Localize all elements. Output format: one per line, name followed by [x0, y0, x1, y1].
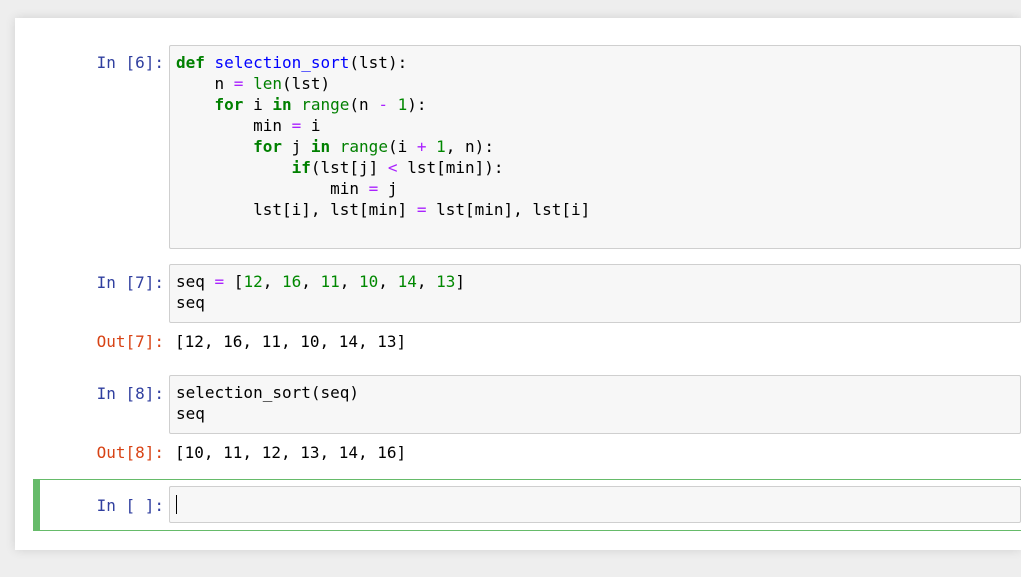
code-line: n = len(lst)	[214, 74, 331, 93]
code-cell-7[interactable]: In [7]: seq = [12, 16, 11, 10, 14, 13] s…	[33, 264, 1021, 364]
code-editor[interactable]: selection_sort(seq) seq	[169, 375, 1021, 434]
code-cell-6[interactable]: In [6]: def selection_sort(lst): n = len…	[33, 45, 1021, 249]
code-line: seq	[176, 404, 205, 423]
cell-output: [12, 16, 11, 10, 14, 13]	[175, 332, 407, 351]
code-line: lst[i], lst[min] = lst[min], lst[i]	[253, 200, 591, 219]
code-cell-empty[interactable]: In [ ]:	[33, 479, 1021, 531]
text-cursor	[176, 495, 177, 514]
cell-output: [10, 11, 12, 13, 14, 16]	[175, 443, 407, 462]
code-line: def selection_sort(lst):	[176, 53, 408, 72]
code-line: if(lst[j] < lst[min]):	[291, 158, 504, 177]
code-line: seq = [12, 16, 11, 10, 14, 13]	[176, 272, 465, 291]
code-line: selection_sort(seq)	[176, 383, 360, 402]
input-prompt: In [6]:	[96, 53, 164, 72]
code-editor[interactable]: def selection_sort(lst): n = len(lst) fo…	[169, 45, 1021, 249]
code-line: min = i	[253, 116, 321, 135]
input-prompt: In [ ]:	[96, 496, 164, 515]
notebook-container: In [6]: def selection_sort(lst): n = len…	[15, 18, 1021, 550]
code-line	[176, 493, 1020, 514]
input-prompt: In [7]:	[96, 273, 164, 292]
code-editor-active[interactable]	[169, 486, 1021, 523]
code-line: for j in range(i + 1, n):	[253, 137, 494, 156]
code-line: seq	[176, 293, 205, 312]
output-prompt: Out[8]:	[96, 443, 164, 462]
input-prompt: In [8]:	[96, 384, 164, 403]
code-line: for i in range(n - 1):	[214, 95, 427, 114]
code-line: min = j	[330, 179, 398, 198]
code-editor[interactable]: seq = [12, 16, 11, 10, 14, 13] seq	[169, 264, 1021, 323]
output-prompt: Out[7]:	[96, 332, 164, 351]
code-cell-8[interactable]: In [8]: selection_sort(seq) seq Out[8]: …	[33, 375, 1021, 475]
